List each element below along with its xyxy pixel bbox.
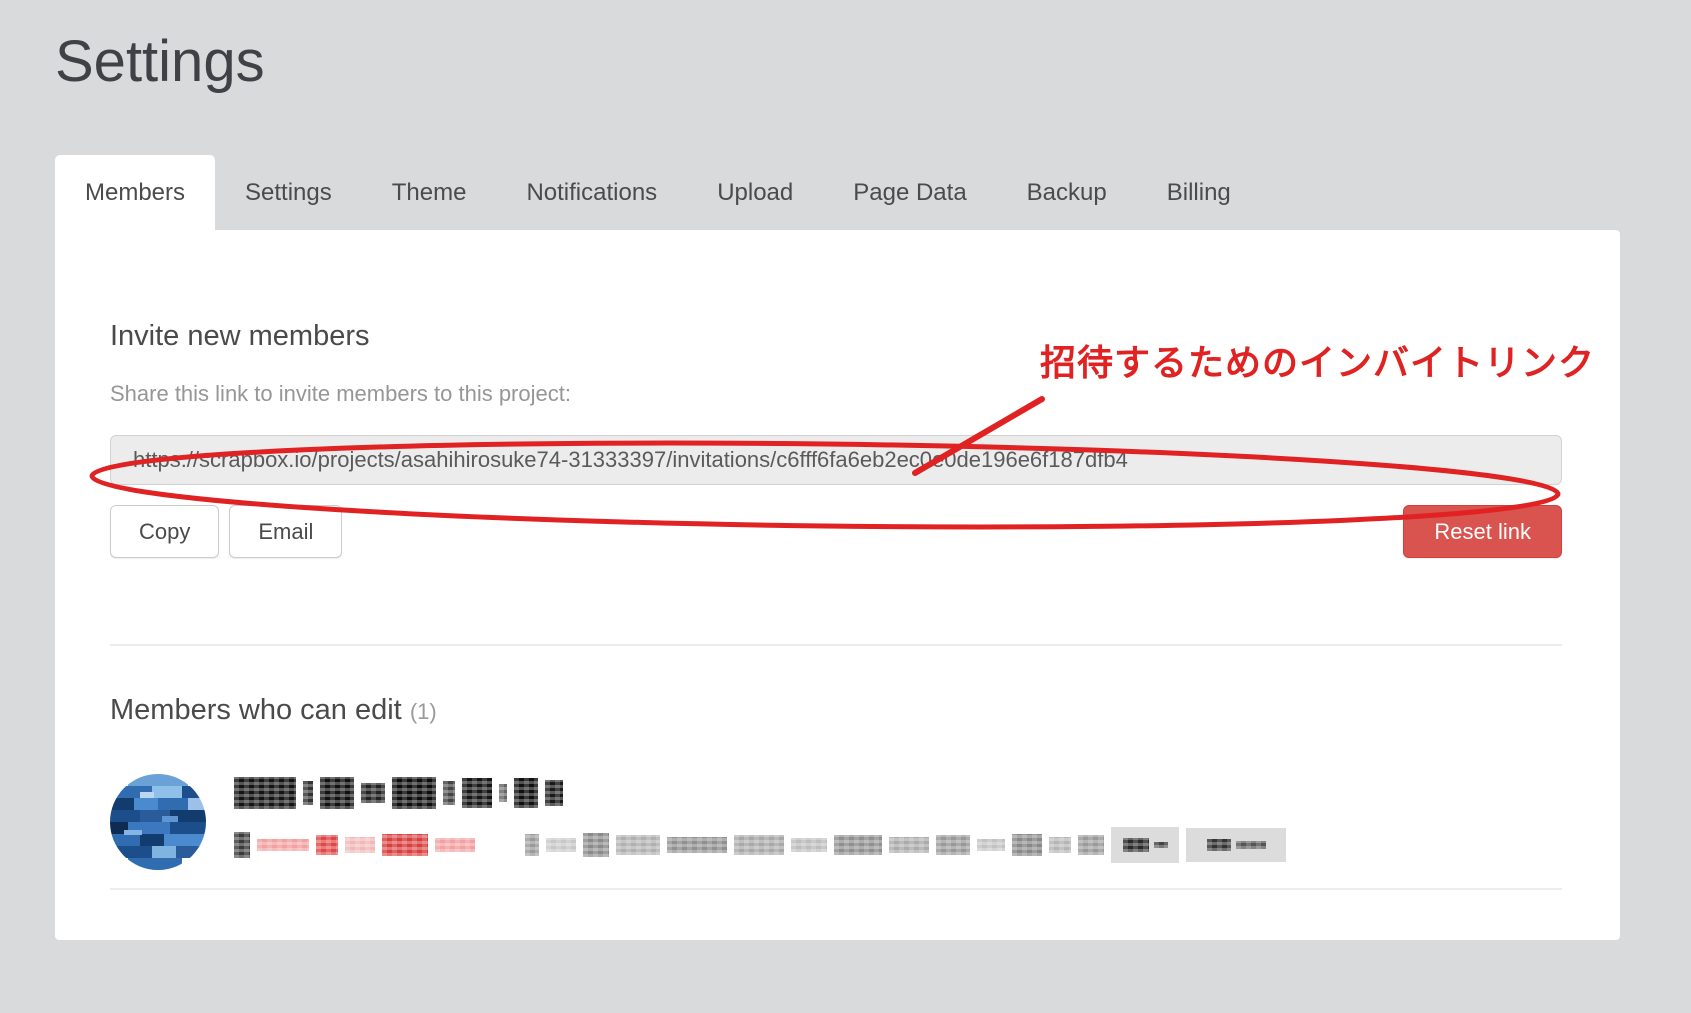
invite-link-input[interactable] xyxy=(110,435,1562,485)
member-avatar[interactable] xyxy=(110,774,206,870)
tab-backup[interactable]: Backup xyxy=(997,155,1137,230)
members-panel: Invite new members Share this link to in… xyxy=(55,230,1620,940)
annotation-label: 招待するためのインバイトリンク xyxy=(1040,342,1595,384)
settings-tab-bar: Members Settings Theme Notifications Upl… xyxy=(55,155,1691,230)
members-heading: Members who can edit (1) xyxy=(110,692,1562,730)
tab-settings[interactable]: Settings xyxy=(215,155,362,230)
tab-theme[interactable]: Theme xyxy=(362,155,497,230)
copy-button[interactable]: Copy xyxy=(110,505,219,558)
email-button[interactable]: Email xyxy=(229,505,342,558)
tab-upload[interactable]: Upload xyxy=(687,155,823,230)
tab-page-data[interactable]: Page Data xyxy=(823,155,996,230)
avatar-mosaic-image xyxy=(110,774,206,870)
member-count: (1) xyxy=(410,699,437,724)
section-divider xyxy=(110,644,1562,646)
invite-actions: Copy Email Reset link xyxy=(110,505,1562,558)
reset-link-button[interactable]: Reset link xyxy=(1403,505,1562,558)
member-badge-redacted-2 xyxy=(1186,828,1286,862)
invite-description: Share this link to invite members to thi… xyxy=(110,380,1562,408)
member-details-redacted xyxy=(234,827,1562,863)
tab-notifications[interactable]: Notifications xyxy=(496,155,687,230)
member-row xyxy=(110,774,1562,890)
member-info xyxy=(234,774,1562,870)
tab-members[interactable]: Members xyxy=(55,155,215,230)
page-title: Settings xyxy=(55,22,1691,102)
settings-page: Settings Members Settings Theme Notifica… xyxy=(0,22,1691,940)
member-name-redacted xyxy=(234,776,1562,810)
member-badge-redacted xyxy=(1111,827,1179,863)
tab-billing[interactable]: Billing xyxy=(1137,155,1261,230)
members-heading-text: Members who can edit xyxy=(110,694,402,726)
